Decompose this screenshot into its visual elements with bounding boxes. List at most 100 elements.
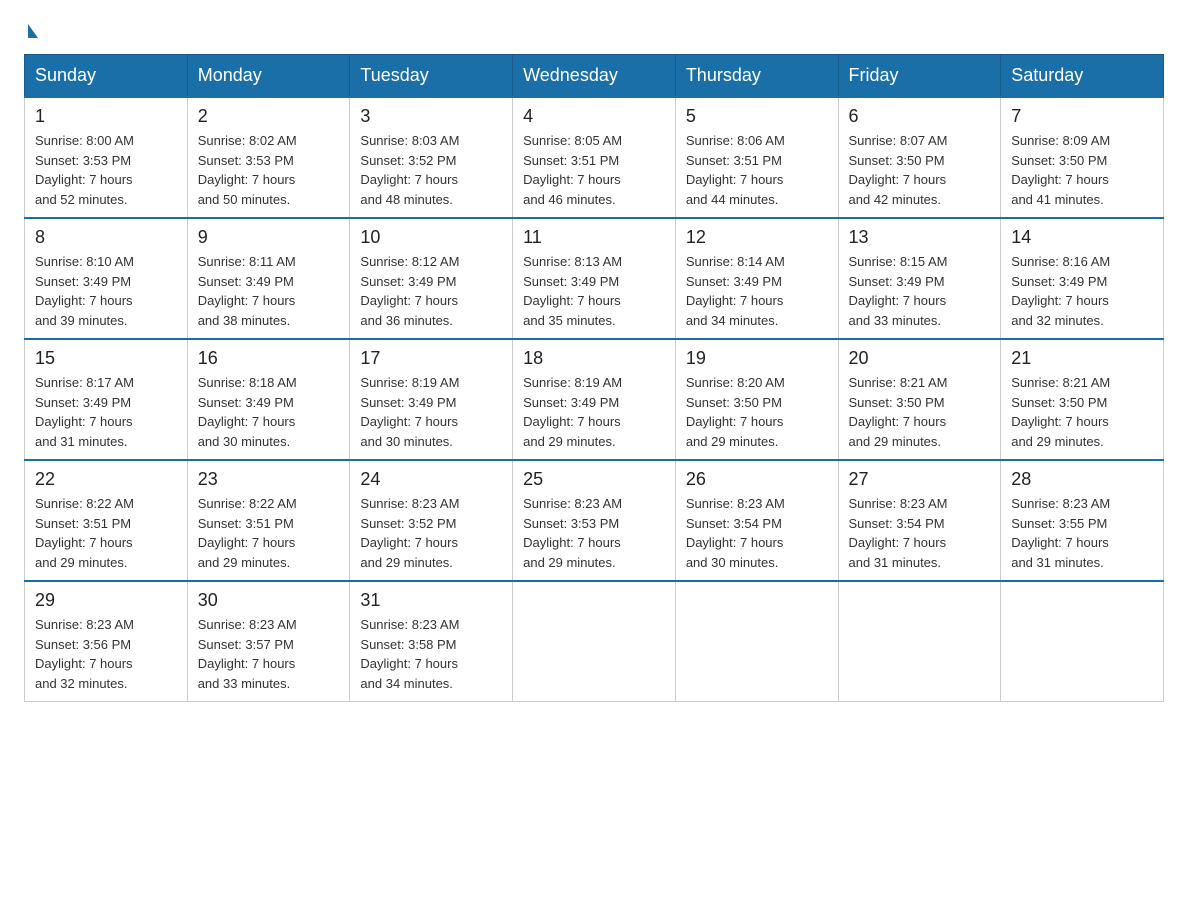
calendar-day-cell: [838, 581, 1001, 702]
day-info: Sunrise: 8:09 AM Sunset: 3:50 PM Dayligh…: [1011, 131, 1153, 209]
day-number: 22: [35, 469, 177, 490]
calendar-header-monday: Monday: [187, 55, 350, 98]
day-info: Sunrise: 8:20 AM Sunset: 3:50 PM Dayligh…: [686, 373, 828, 451]
day-info: Sunrise: 8:07 AM Sunset: 3:50 PM Dayligh…: [849, 131, 991, 209]
day-info: Sunrise: 8:10 AM Sunset: 3:49 PM Dayligh…: [35, 252, 177, 330]
calendar-week-row: 1 Sunrise: 8:00 AM Sunset: 3:53 PM Dayli…: [25, 97, 1164, 218]
day-number: 20: [849, 348, 991, 369]
day-info: Sunrise: 8:23 AM Sunset: 3:52 PM Dayligh…: [360, 494, 502, 572]
calendar-day-cell: 5 Sunrise: 8:06 AM Sunset: 3:51 PM Dayli…: [675, 97, 838, 218]
calendar-day-cell: 10 Sunrise: 8:12 AM Sunset: 3:49 PM Dayl…: [350, 218, 513, 339]
day-number: 21: [1011, 348, 1153, 369]
day-number: 9: [198, 227, 340, 248]
day-number: 13: [849, 227, 991, 248]
day-number: 18: [523, 348, 665, 369]
calendar-day-cell: 25 Sunrise: 8:23 AM Sunset: 3:53 PM Dayl…: [513, 460, 676, 581]
day-info: Sunrise: 8:12 AM Sunset: 3:49 PM Dayligh…: [360, 252, 502, 330]
logo-triangle-icon: [28, 24, 38, 38]
day-number: 7: [1011, 106, 1153, 127]
day-number: 25: [523, 469, 665, 490]
day-info: Sunrise: 8:14 AM Sunset: 3:49 PM Dayligh…: [686, 252, 828, 330]
calendar-day-cell: 14 Sunrise: 8:16 AM Sunset: 3:49 PM Dayl…: [1001, 218, 1164, 339]
day-info: Sunrise: 8:23 AM Sunset: 3:56 PM Dayligh…: [35, 615, 177, 693]
logo: [24, 24, 38, 34]
day-number: 6: [849, 106, 991, 127]
day-info: Sunrise: 8:06 AM Sunset: 3:51 PM Dayligh…: [686, 131, 828, 209]
day-number: 5: [686, 106, 828, 127]
calendar-day-cell: 19 Sunrise: 8:20 AM Sunset: 3:50 PM Dayl…: [675, 339, 838, 460]
calendar-day-cell: [675, 581, 838, 702]
day-number: 31: [360, 590, 502, 611]
calendar-day-cell: 8 Sunrise: 8:10 AM Sunset: 3:49 PM Dayli…: [25, 218, 188, 339]
calendar-header-tuesday: Tuesday: [350, 55, 513, 98]
day-number: 23: [198, 469, 340, 490]
calendar-header-friday: Friday: [838, 55, 1001, 98]
calendar-header-sunday: Sunday: [25, 55, 188, 98]
calendar-header-saturday: Saturday: [1001, 55, 1164, 98]
calendar-day-cell: 22 Sunrise: 8:22 AM Sunset: 3:51 PM Dayl…: [25, 460, 188, 581]
day-number: 15: [35, 348, 177, 369]
calendar-day-cell: 12 Sunrise: 8:14 AM Sunset: 3:49 PM Dayl…: [675, 218, 838, 339]
day-number: 11: [523, 227, 665, 248]
day-info: Sunrise: 8:03 AM Sunset: 3:52 PM Dayligh…: [360, 131, 502, 209]
day-info: Sunrise: 8:02 AM Sunset: 3:53 PM Dayligh…: [198, 131, 340, 209]
day-number: 12: [686, 227, 828, 248]
calendar-day-cell: 3 Sunrise: 8:03 AM Sunset: 3:52 PM Dayli…: [350, 97, 513, 218]
day-info: Sunrise: 8:22 AM Sunset: 3:51 PM Dayligh…: [198, 494, 340, 572]
day-info: Sunrise: 8:17 AM Sunset: 3:49 PM Dayligh…: [35, 373, 177, 451]
calendar-day-cell: 11 Sunrise: 8:13 AM Sunset: 3:49 PM Dayl…: [513, 218, 676, 339]
day-number: 14: [1011, 227, 1153, 248]
calendar-day-cell: 15 Sunrise: 8:17 AM Sunset: 3:49 PM Dayl…: [25, 339, 188, 460]
day-number: 27: [849, 469, 991, 490]
day-info: Sunrise: 8:21 AM Sunset: 3:50 PM Dayligh…: [1011, 373, 1153, 451]
calendar-week-row: 22 Sunrise: 8:22 AM Sunset: 3:51 PM Dayl…: [25, 460, 1164, 581]
day-number: 26: [686, 469, 828, 490]
calendar-day-cell: 1 Sunrise: 8:00 AM Sunset: 3:53 PM Dayli…: [25, 97, 188, 218]
day-number: 3: [360, 106, 502, 127]
calendar-day-cell: 9 Sunrise: 8:11 AM Sunset: 3:49 PM Dayli…: [187, 218, 350, 339]
day-info: Sunrise: 8:18 AM Sunset: 3:49 PM Dayligh…: [198, 373, 340, 451]
calendar-day-cell: [513, 581, 676, 702]
day-info: Sunrise: 8:05 AM Sunset: 3:51 PM Dayligh…: [523, 131, 665, 209]
day-number: 24: [360, 469, 502, 490]
day-info: Sunrise: 8:23 AM Sunset: 3:54 PM Dayligh…: [686, 494, 828, 572]
calendar-day-cell: 30 Sunrise: 8:23 AM Sunset: 3:57 PM Dayl…: [187, 581, 350, 702]
logo-text: [24, 24, 38, 38]
calendar-day-cell: 28 Sunrise: 8:23 AM Sunset: 3:55 PM Dayl…: [1001, 460, 1164, 581]
calendar-day-cell: 23 Sunrise: 8:22 AM Sunset: 3:51 PM Dayl…: [187, 460, 350, 581]
day-info: Sunrise: 8:23 AM Sunset: 3:55 PM Dayligh…: [1011, 494, 1153, 572]
calendar-week-row: 15 Sunrise: 8:17 AM Sunset: 3:49 PM Dayl…: [25, 339, 1164, 460]
calendar-day-cell: 24 Sunrise: 8:23 AM Sunset: 3:52 PM Dayl…: [350, 460, 513, 581]
day-info: Sunrise: 8:11 AM Sunset: 3:49 PM Dayligh…: [198, 252, 340, 330]
calendar-header-row: SundayMondayTuesdayWednesdayThursdayFrid…: [25, 55, 1164, 98]
calendar-day-cell: 26 Sunrise: 8:23 AM Sunset: 3:54 PM Dayl…: [675, 460, 838, 581]
calendar-day-cell: 18 Sunrise: 8:19 AM Sunset: 3:49 PM Dayl…: [513, 339, 676, 460]
calendar-header-wednesday: Wednesday: [513, 55, 676, 98]
page-header: [24, 24, 1164, 34]
day-info: Sunrise: 8:22 AM Sunset: 3:51 PM Dayligh…: [35, 494, 177, 572]
day-number: 28: [1011, 469, 1153, 490]
day-number: 29: [35, 590, 177, 611]
day-number: 1: [35, 106, 177, 127]
calendar-header-thursday: Thursday: [675, 55, 838, 98]
calendar-day-cell: 29 Sunrise: 8:23 AM Sunset: 3:56 PM Dayl…: [25, 581, 188, 702]
calendar-day-cell: 27 Sunrise: 8:23 AM Sunset: 3:54 PM Dayl…: [838, 460, 1001, 581]
day-info: Sunrise: 8:23 AM Sunset: 3:54 PM Dayligh…: [849, 494, 991, 572]
calendar-day-cell: 4 Sunrise: 8:05 AM Sunset: 3:51 PM Dayli…: [513, 97, 676, 218]
day-info: Sunrise: 8:23 AM Sunset: 3:53 PM Dayligh…: [523, 494, 665, 572]
calendar-day-cell: 13 Sunrise: 8:15 AM Sunset: 3:49 PM Dayl…: [838, 218, 1001, 339]
calendar-day-cell: 7 Sunrise: 8:09 AM Sunset: 3:50 PM Dayli…: [1001, 97, 1164, 218]
day-number: 17: [360, 348, 502, 369]
calendar-day-cell: 20 Sunrise: 8:21 AM Sunset: 3:50 PM Dayl…: [838, 339, 1001, 460]
day-number: 10: [360, 227, 502, 248]
calendar-day-cell: 31 Sunrise: 8:23 AM Sunset: 3:58 PM Dayl…: [350, 581, 513, 702]
day-info: Sunrise: 8:15 AM Sunset: 3:49 PM Dayligh…: [849, 252, 991, 330]
day-info: Sunrise: 8:23 AM Sunset: 3:58 PM Dayligh…: [360, 615, 502, 693]
calendar-day-cell: 16 Sunrise: 8:18 AM Sunset: 3:49 PM Dayl…: [187, 339, 350, 460]
day-info: Sunrise: 8:21 AM Sunset: 3:50 PM Dayligh…: [849, 373, 991, 451]
calendar-day-cell: 6 Sunrise: 8:07 AM Sunset: 3:50 PM Dayli…: [838, 97, 1001, 218]
calendar-day-cell: 2 Sunrise: 8:02 AM Sunset: 3:53 PM Dayli…: [187, 97, 350, 218]
day-info: Sunrise: 8:23 AM Sunset: 3:57 PM Dayligh…: [198, 615, 340, 693]
calendar-day-cell: 17 Sunrise: 8:19 AM Sunset: 3:49 PM Dayl…: [350, 339, 513, 460]
day-info: Sunrise: 8:00 AM Sunset: 3:53 PM Dayligh…: [35, 131, 177, 209]
